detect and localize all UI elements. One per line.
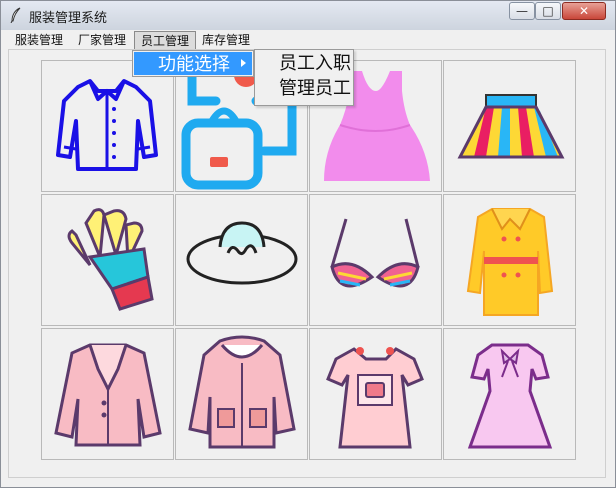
shirt-icon — [56, 79, 158, 171]
title-bar[interactable]: 服装管理系统 — □ ✕ — [1, 1, 615, 30]
grid-cell-shirt[interactable] — [41, 60, 174, 192]
glove-icon — [67, 208, 154, 311]
menu-clothing[interactable]: 服装管理 — [9, 31, 69, 50]
grid-cell-sun-hat[interactable] — [175, 194, 308, 326]
grid-cell-hooded-jacket[interactable] — [175, 328, 308, 460]
minimize-button[interactable]: — — [509, 2, 535, 20]
menu-item-function-select[interactable]: 功能选择 — [134, 52, 252, 75]
menu-inventory[interactable]: 库存管理 — [196, 31, 256, 50]
bikini-top-icon — [330, 218, 420, 288]
employee-dropdown-menu: 功能选择 — [132, 50, 254, 77]
maximize-icon: □ — [542, 4, 554, 18]
sun-hat-icon — [186, 221, 298, 285]
overall-dress-icon — [326, 347, 424, 449]
minimize-icon: — — [516, 4, 528, 18]
grid-cell-glove[interactable] — [41, 194, 174, 326]
image-grid — [8, 49, 606, 478]
grid-cell-bow-dress[interactable] — [443, 328, 576, 460]
hooded-jacket-icon — [188, 335, 296, 449]
close-icon: ✕ — [578, 4, 590, 18]
close-button[interactable]: ✕ — [562, 2, 606, 20]
feather-icon — [10, 7, 21, 23]
maximize-button[interactable]: □ — [535, 2, 561, 20]
submenu-item-onboard[interactable]: 员工入职 — [279, 53, 351, 75]
grid-cell-blazer[interactable] — [41, 328, 174, 460]
menu-employee[interactable]: 员工管理 — [134, 31, 197, 50]
trench-coat-icon — [466, 208, 554, 316]
bow-dress-icon — [467, 343, 553, 449]
function-select-label: 功能选择 — [158, 54, 230, 75]
grid-cell-striped-skirt[interactable] — [443, 60, 576, 192]
submenu-item-manage[interactable]: 管理员工 — [279, 78, 351, 100]
menu-bar: 服装管理 厂家管理 员工管理 库存管理 — [9, 31, 607, 50]
function-submenu: 员工入职 管理员工 — [254, 49, 354, 106]
menu-manufacturer[interactable]: 厂家管理 — [72, 31, 132, 50]
submenu-arrow-icon — [241, 59, 246, 67]
grid-cell-trench-coat[interactable] — [443, 194, 576, 326]
grid-cell-bikini-top[interactable] — [309, 194, 442, 326]
window-title: 服装管理系统 — [29, 11, 108, 26]
blazer-icon — [54, 343, 162, 447]
striped-skirt-icon — [457, 94, 565, 159]
grid-cell-overall-dress[interactable] — [309, 328, 442, 460]
